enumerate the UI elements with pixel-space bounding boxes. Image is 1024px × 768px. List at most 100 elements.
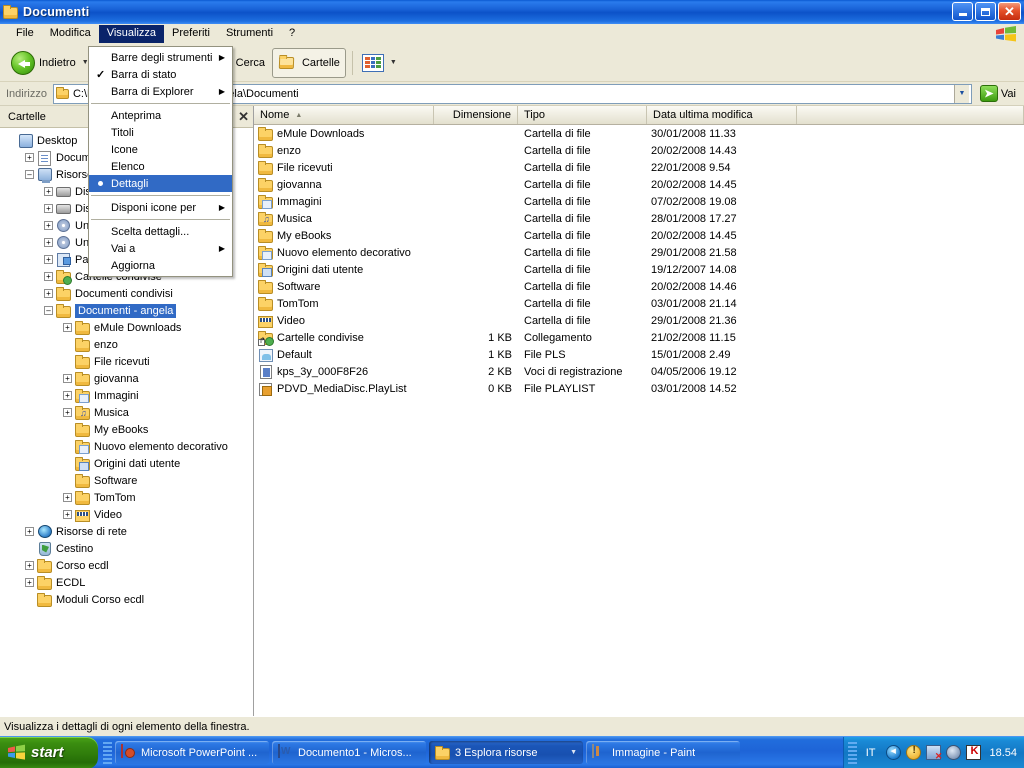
clock[interactable]: 18.54: [989, 747, 1017, 759]
menu-preferiti[interactable]: Preferiti: [164, 25, 218, 43]
tree-collapse-button[interactable]: –: [44, 306, 53, 315]
column-header-data[interactable]: Data ultima modifica: [647, 106, 797, 124]
tree-item-my-ebooks[interactable]: My eBooks: [0, 421, 253, 438]
menu-option-vai-a[interactable]: Vai a ▶: [89, 240, 232, 257]
close-button[interactable]: ✕: [998, 2, 1021, 21]
menu-option-dettagli[interactable]: Dettagli: [89, 175, 232, 192]
minimize-button[interactable]: [952, 2, 973, 21]
network-disconnected-icon[interactable]: [926, 745, 942, 762]
tree-item-moduli-corso-ecdl[interactable]: Moduli Corso ecdl: [0, 591, 253, 608]
menu-file[interactable]: File: [8, 25, 42, 43]
address-dropdown-chevron-icon[interactable]: ▼: [953, 84, 969, 103]
tree-item-musica[interactable]: + Musica: [0, 404, 253, 421]
file-row[interactable]: PDVD_MediaDisc.PlayList 0 KB File PLAYLIST…: [254, 380, 1024, 397]
file-rows[interactable]: eMule Downloads Cartella di file 30/01/200…: [254, 125, 1024, 716]
views-button[interactable]: ▼: [359, 48, 400, 78]
menu-option-barra-di-stato[interactable]: ✓ Barra di stato: [89, 66, 232, 83]
tree-item-enzo[interactable]: enzo: [0, 336, 253, 353]
menu-option-anteprima[interactable]: Anteprima: [89, 107, 232, 124]
file-row[interactable]: kps_3y_000F8F26 2 KB Voci di registrazione…: [254, 363, 1024, 380]
visualizza-dropdown-menu[interactable]: Barre degli strumenti ▶ ✓ Barra di stato Bar…: [88, 46, 233, 277]
tree-expand-button[interactable]: +: [44, 255, 53, 264]
taskbar-button[interactable]: Documento1 - Micros...: [272, 741, 426, 764]
tree-item-risorse-di-rete[interactable]: + Risorse di rete: [0, 523, 253, 540]
tree-item-documenti-condivisi[interactable]: + Documenti condivisi: [0, 285, 253, 302]
language-indicator[interactable]: IT: [866, 747, 876, 759]
menu-option-disponi-icone-per[interactable]: Disponi icone per ▶: [89, 199, 232, 216]
back-arrow-icon[interactable]: [886, 745, 902, 760]
tree-expand-button[interactable]: +: [25, 578, 34, 587]
taskbar-button[interactable]: Microsoft PowerPoint ...: [115, 741, 269, 764]
tree-item-software[interactable]: Software: [0, 472, 253, 489]
tree-expand-button[interactable]: +: [44, 272, 53, 281]
file-row[interactable]: TomTom Cartella di file 03/01/2008 21.14: [254, 295, 1024, 312]
tree-expand-button[interactable]: +: [44, 289, 53, 298]
start-button[interactable]: start: [0, 736, 98, 768]
column-header-tipo[interactable]: Tipo: [518, 106, 647, 124]
menu-modifica[interactable]: Modifica: [42, 25, 99, 43]
menu-option-barre-degli-strumenti[interactable]: Barre degli strumenti ▶: [89, 49, 232, 66]
file-row[interactable]: File ricevuti Cartella di file 22/01/2008 …: [254, 159, 1024, 176]
file-row[interactable]: eMule Downloads Cartella di file 30/01/200…: [254, 125, 1024, 142]
tree-expand-button[interactable]: +: [25, 561, 34, 570]
maximize-button[interactable]: [975, 2, 996, 21]
tree-item-emule-downloads[interactable]: + eMule Downloads: [0, 319, 253, 336]
go-button[interactable]: ➤ Vai: [976, 85, 1020, 102]
tree-item-giovanna[interactable]: + giovanna: [0, 370, 253, 387]
menu-option-aggiorna[interactable]: Aggiorna: [89, 257, 232, 274]
volume-icon[interactable]: [946, 745, 962, 760]
column-header-nome[interactable]: Nome ▲: [254, 106, 434, 124]
tree-item-corso-ecdl[interactable]: + Corso ecdl: [0, 557, 253, 574]
tree-expand-button[interactable]: +: [25, 153, 34, 162]
file-row[interactable]: Immagini Cartella di file 07/02/2008 19.08: [254, 193, 1024, 210]
security-alert-icon[interactable]: [906, 745, 922, 760]
group-chevron-down-icon[interactable]: ▼: [570, 749, 577, 756]
tree-item-nuovo-elemento-decorativo[interactable]: Nuovo elemento decorativo: [0, 438, 253, 455]
tree-expand-button[interactable]: +: [44, 187, 53, 196]
file-row[interactable]: My eBooks Cartella di file 20/02/2008 14.4…: [254, 227, 1024, 244]
tree-expand-button[interactable]: +: [63, 493, 72, 502]
file-row[interactable]: giovanna Cartella di file 20/02/2008 14.45: [254, 176, 1024, 193]
tree-item-file-ricevuti[interactable]: File ricevuti: [0, 353, 253, 370]
menu-option-icone[interactable]: Icone: [89, 141, 232, 158]
menu-option-barra-di-explorer[interactable]: Barra di Explorer ▶: [89, 83, 232, 100]
tree-expand-button[interactable]: +: [63, 391, 72, 400]
menu-help[interactable]: ?: [281, 25, 303, 43]
file-row[interactable]: enzo Cartella di file 20/02/2008 14.43: [254, 142, 1024, 159]
file-row[interactable]: Default 1 KB File PLS 15/01/2008 2.49: [254, 346, 1024, 363]
tree-expand-button[interactable]: +: [25, 527, 34, 536]
menu-option-titoli[interactable]: Titoli: [89, 124, 232, 141]
back-button[interactable]: Indietro ▼: [6, 48, 94, 78]
tree-item-video[interactable]: + Video: [0, 506, 253, 523]
tree-collapse-button[interactable]: –: [25, 170, 34, 179]
tray-grip[interactable]: [847, 741, 857, 764]
file-row[interactable]: Video Cartella di file 29/01/2008 21.36: [254, 312, 1024, 329]
tree-expand-button[interactable]: +: [63, 323, 72, 332]
kaspersky-icon[interactable]: [966, 745, 982, 760]
tree-expand-button[interactable]: +: [63, 374, 72, 383]
tree-item-immagini[interactable]: + Immagini: [0, 387, 253, 404]
tree-expand-button[interactable]: +: [44, 238, 53, 247]
column-header-dimensione[interactable]: Dimensione: [434, 106, 518, 124]
file-row[interactable]: Cartelle condivise 1 KB Collegamento 21/02/…: [254, 329, 1024, 346]
tree-expand-button[interactable]: +: [63, 510, 72, 519]
folders-pane-close-icon[interactable]: ✕: [238, 110, 249, 123]
taskbar-button[interactable]: Immagine - Paint: [586, 741, 740, 764]
tree-item-ecdl[interactable]: + ECDL: [0, 574, 253, 591]
tree-item-cestino[interactable]: Cestino: [0, 540, 253, 557]
tree-expand-button[interactable]: +: [63, 408, 72, 417]
file-row[interactable]: Origini dati utente Cartella di file 19/12…: [254, 261, 1024, 278]
file-row[interactable]: Musica Cartella di file 28/01/2008 17.27: [254, 210, 1024, 227]
tree-expand-button[interactable]: +: [44, 204, 53, 213]
tree-item-origini-dati-utente[interactable]: Origini dati utente: [0, 455, 253, 472]
views-chevron-down-icon[interactable]: ▼: [390, 59, 397, 66]
menu-visualizza[interactable]: Visualizza: [98, 24, 165, 43]
taskbar-grip[interactable]: [103, 741, 112, 764]
file-row[interactable]: Software Cartella di file 20/02/2008 14.46: [254, 278, 1024, 295]
taskbar-button[interactable]: 3 Esplora risorse ▼: [429, 741, 583, 764]
tree-item-tomtom[interactable]: + TomTom: [0, 489, 253, 506]
menu-option-elenco[interactable]: Elenco: [89, 158, 232, 175]
menu-strumenti[interactable]: Strumenti: [218, 25, 281, 43]
file-row[interactable]: Nuovo elemento decorativo Cartella di fil…: [254, 244, 1024, 261]
tree-expand-button[interactable]: +: [44, 221, 53, 230]
